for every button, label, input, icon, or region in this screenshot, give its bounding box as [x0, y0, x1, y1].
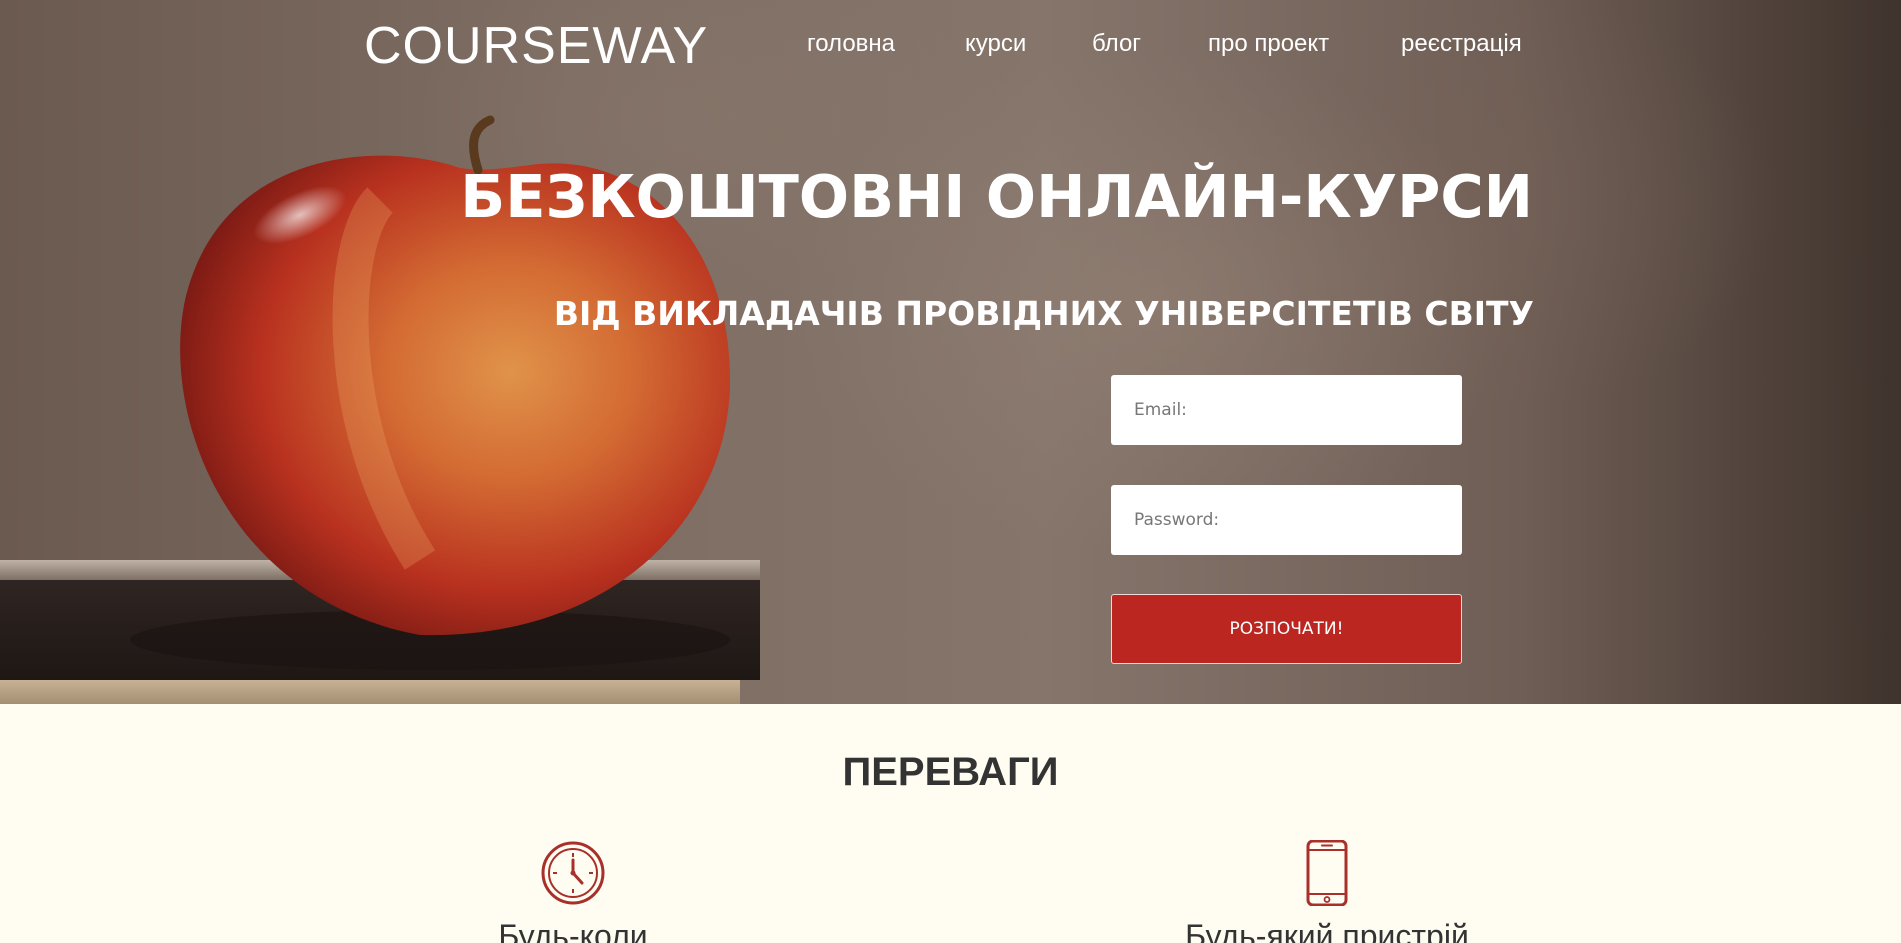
hero-subheadline: ВІД ВИКЛАДАЧІВ ПРОВІДНИХ УНІВЕРСІТЕТІВ С… [553, 294, 1534, 333]
hero-section: COURSEWAY головна курси блог про проект … [0, 0, 1901, 704]
smartphone-icon [1306, 840, 1348, 906]
advantage-label: Будь-який пристрій [1185, 918, 1469, 943]
main-nav: головна курси блог про проект реєстрація [0, 30, 1901, 70]
advantages-title: ПЕРЕВАГИ [842, 750, 1059, 794]
nav-item-courses[interactable]: курси [965, 30, 1026, 58]
nav-item-blog[interactable]: блог [1092, 30, 1141, 58]
nav-item-about[interactable]: про проект [1208, 30, 1329, 58]
email-field[interactable] [1111, 375, 1462, 445]
start-button[interactable]: РОЗПОЧАТИ! [1111, 594, 1462, 664]
apple-image [130, 115, 730, 670]
clock-icon [541, 841, 605, 905]
hero-headline: БЕЗКОШТОВНІ ОНЛАЙН-КУРСИ [460, 162, 1533, 231]
password-field[interactable] [1111, 485, 1462, 555]
advantage-item-anytime: Будь-коли [353, 840, 793, 943]
advantage-label: Будь-коли [498, 918, 648, 943]
nav-item-home[interactable]: головна [807, 30, 895, 58]
advantage-item-any-device: Будь-який пристрій [1107, 840, 1547, 943]
nav-item-register[interactable]: реєстрація [1401, 30, 1522, 58]
